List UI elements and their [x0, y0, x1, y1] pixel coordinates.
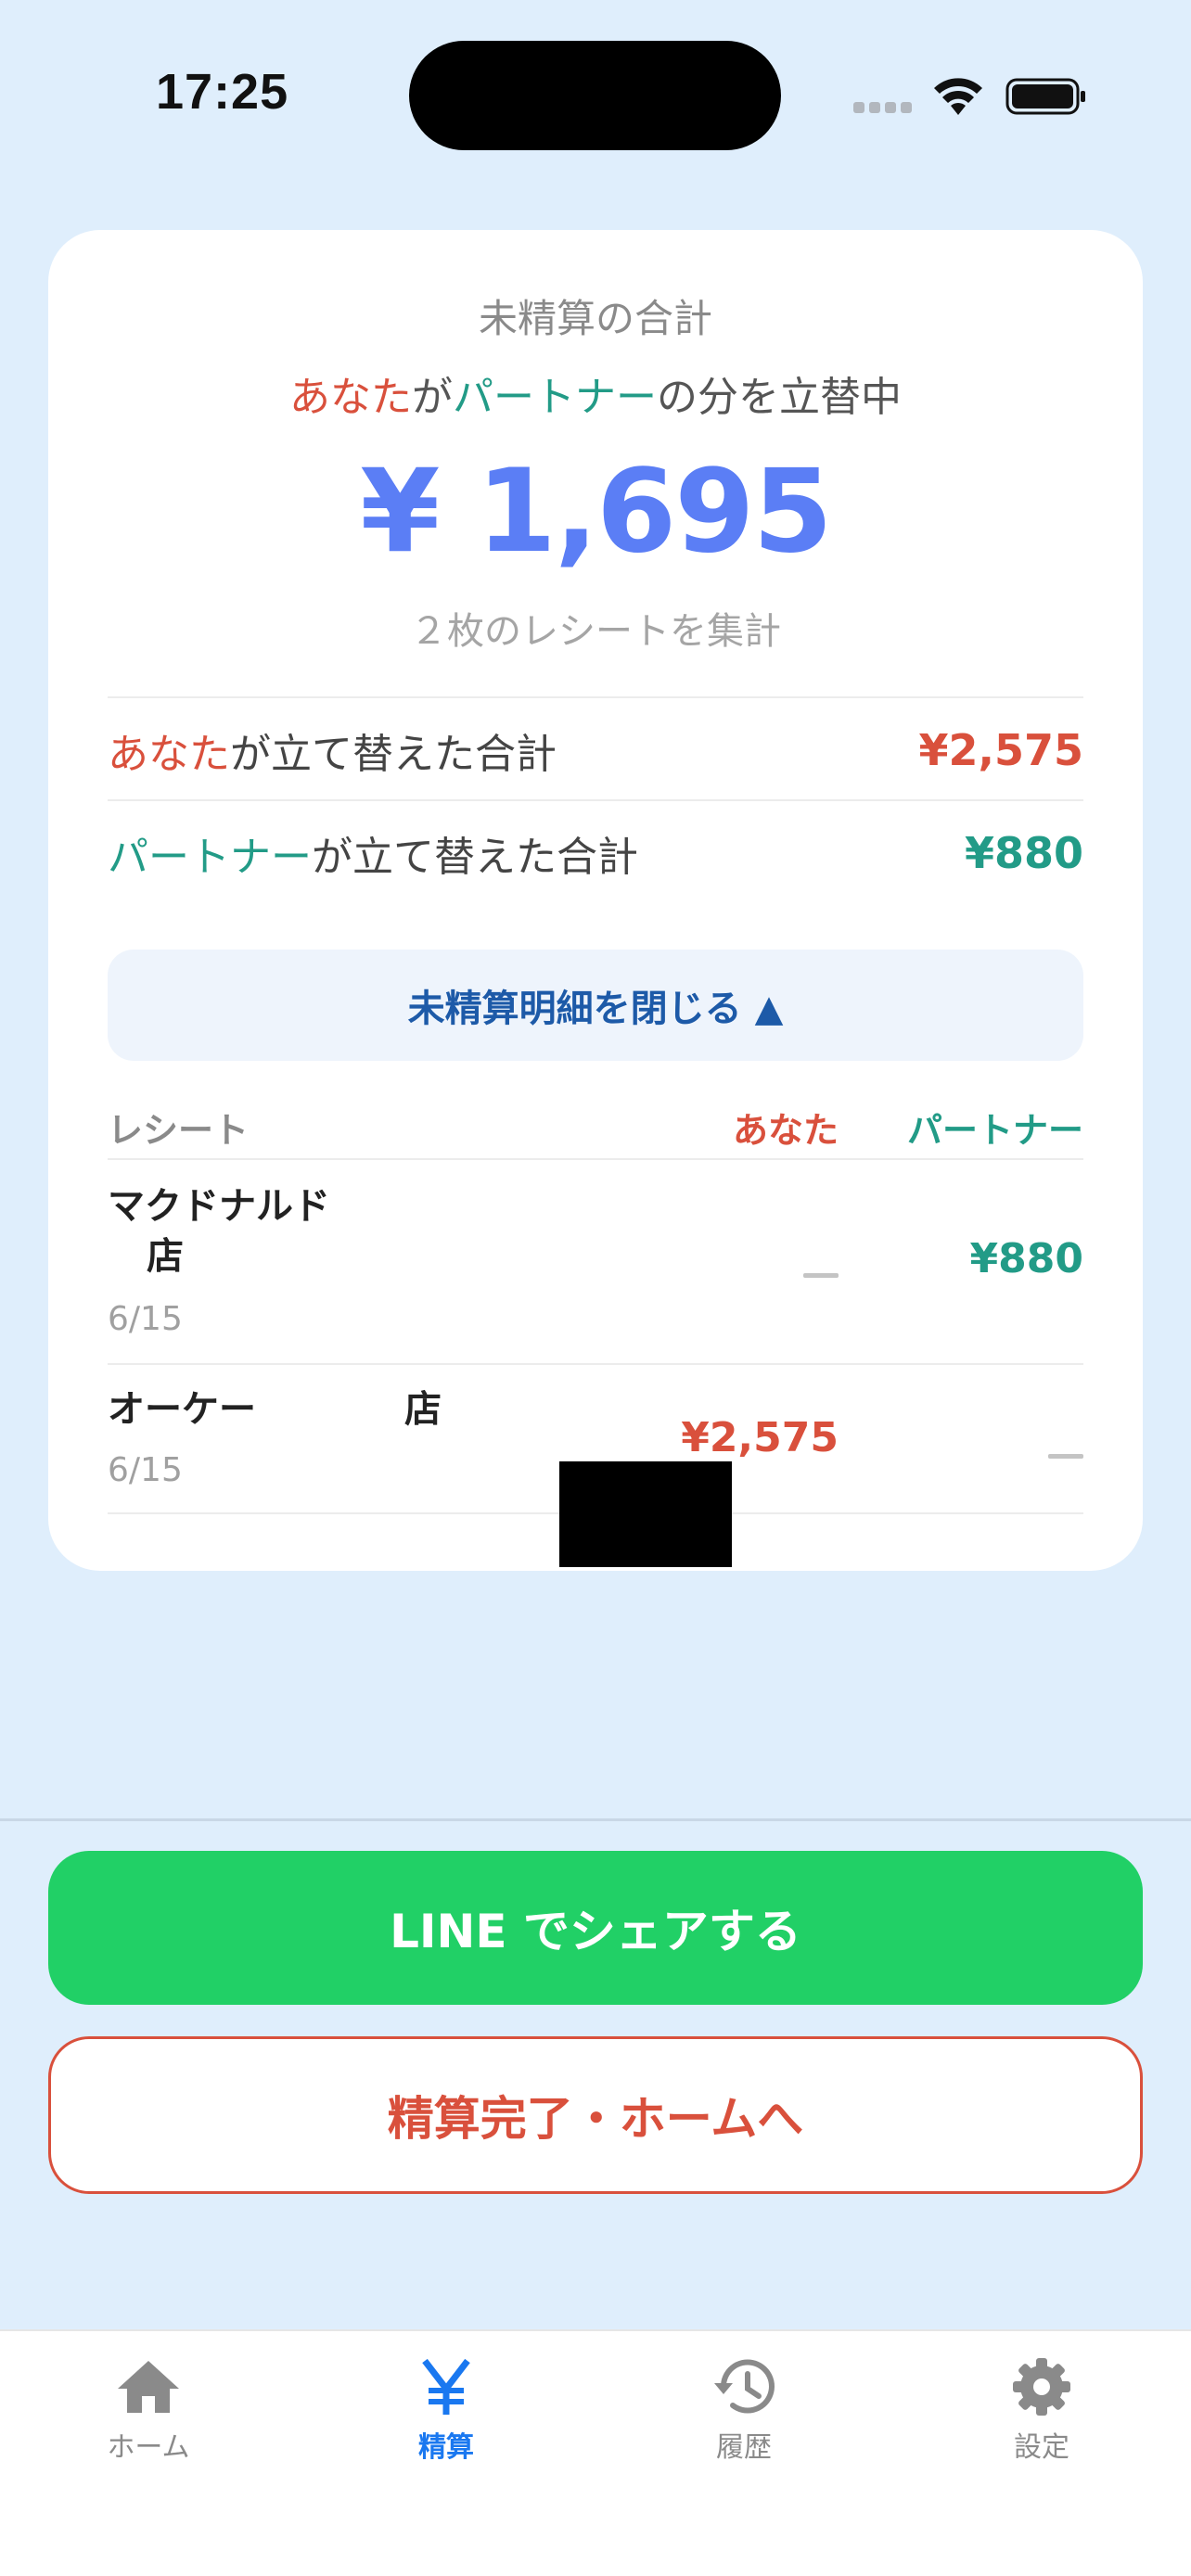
signal-icon — [853, 102, 913, 115]
subtitle-you: あなた — [289, 374, 412, 421]
subtitle-rest: の分を立替中 — [657, 374, 902, 421]
tab-label: ホーム — [107, 2431, 190, 2464]
table-row[interactable]: マクドナルド 店 6/15 ¥880 — [108, 1161, 1083, 1363]
toggle-details-button[interactable]: 未精算明細を閉じる ▲ — [108, 950, 1083, 1061]
settlement-screen: 17:25 未精算の合計 あなたがパートナーの分を立替中 ¥ 1,695 ２枚の… — [0, 0, 1191, 2576]
share-line-button[interactable]: LINE でシェアする — [48, 1851, 1143, 2005]
unsettled-amount: ¥ 1,695 — [360, 445, 833, 579]
your-total-row: あなたが立て替えた合計 ¥2,575 — [108, 699, 1083, 801]
tab-history[interactable]: 履歴 — [651, 2357, 837, 2465]
partner-total-value: ¥880 — [964, 828, 1083, 878]
header-receipt: レシート — [108, 1110, 250, 1151]
empty-dash — [1048, 1454, 1083, 1459]
your-total-value: ¥2,575 — [918, 725, 1083, 775]
summary-subtitle: あなたがパートナーの分を立替中 — [48, 363, 1143, 423]
dynamic-island — [409, 41, 781, 150]
partner-total-row: パートナーが立て替えた合計 ¥880 — [108, 802, 1083, 904]
tab-home[interactable]: ホーム — [56, 2357, 241, 2465]
header-partner: パートナー — [906, 1110, 1083, 1151]
header-you: あなた — [732, 1110, 839, 1151]
finish-settlement-button[interactable]: 精算完了・ホームへ — [48, 2036, 1143, 2194]
summary-title: 未精算の合計 — [478, 296, 712, 341]
your-total-label: あなたが立て替えた合計 — [108, 731, 557, 778]
battery-icon — [1005, 78, 1085, 115]
subtitle-partner: パートナー — [453, 374, 657, 421]
row-you-amount — [803, 1241, 839, 1288]
divider — [108, 696, 1083, 698]
status-time: 17:25 — [156, 64, 289, 120]
tab-settlement[interactable]: 精算 — [353, 2357, 539, 2465]
subtitle-mid: が — [412, 374, 453, 421]
divider — [108, 1158, 1083, 1160]
tab-label: 設定 — [1014, 2431, 1069, 2464]
divider — [108, 1363, 1083, 1365]
tab-settings[interactable]: 設定 — [949, 2357, 1134, 2465]
tab-label: 履歴 — [716, 2431, 772, 2464]
divider — [108, 799, 1083, 801]
table-header: レシート あなた パートナー — [108, 1085, 1083, 1165]
receipt-name: マクドナルド 店 — [108, 1185, 330, 1278]
history-icon — [714, 2359, 775, 2414]
receipt-date: 6/15 — [108, 1451, 183, 1489]
tab-label: 精算 — [418, 2431, 474, 2464]
actions-separator — [0, 1818, 1191, 1821]
partner-total-label: パートナーが立て替えた合計 — [108, 834, 638, 881]
gear-icon — [1013, 2358, 1070, 2416]
row-you-amount: ¥2,575 — [681, 1414, 839, 1461]
redaction-block — [559, 1461, 732, 1567]
tab-bar: ホーム 精算 履歴 設定 — [0, 2329, 1191, 2576]
receipt-name: オーケー 店 — [108, 1388, 442, 1431]
wifi-icon — [934, 78, 982, 115]
row-partner-amount — [1048, 1422, 1083, 1469]
yen-icon — [422, 2358, 470, 2415]
home-icon — [118, 2361, 179, 2413]
empty-dash — [803, 1273, 839, 1278]
row-partner-amount: ¥880 — [969, 1235, 1083, 1282]
summary-card: 未精算の合計 あなたがパートナーの分を立替中 ¥ 1,695 ２枚のレシートを集… — [48, 230, 1143, 1571]
receipt-count: ２枚のレシートを集計 — [410, 610, 781, 653]
receipt-date: 6/15 — [108, 1300, 183, 1338]
